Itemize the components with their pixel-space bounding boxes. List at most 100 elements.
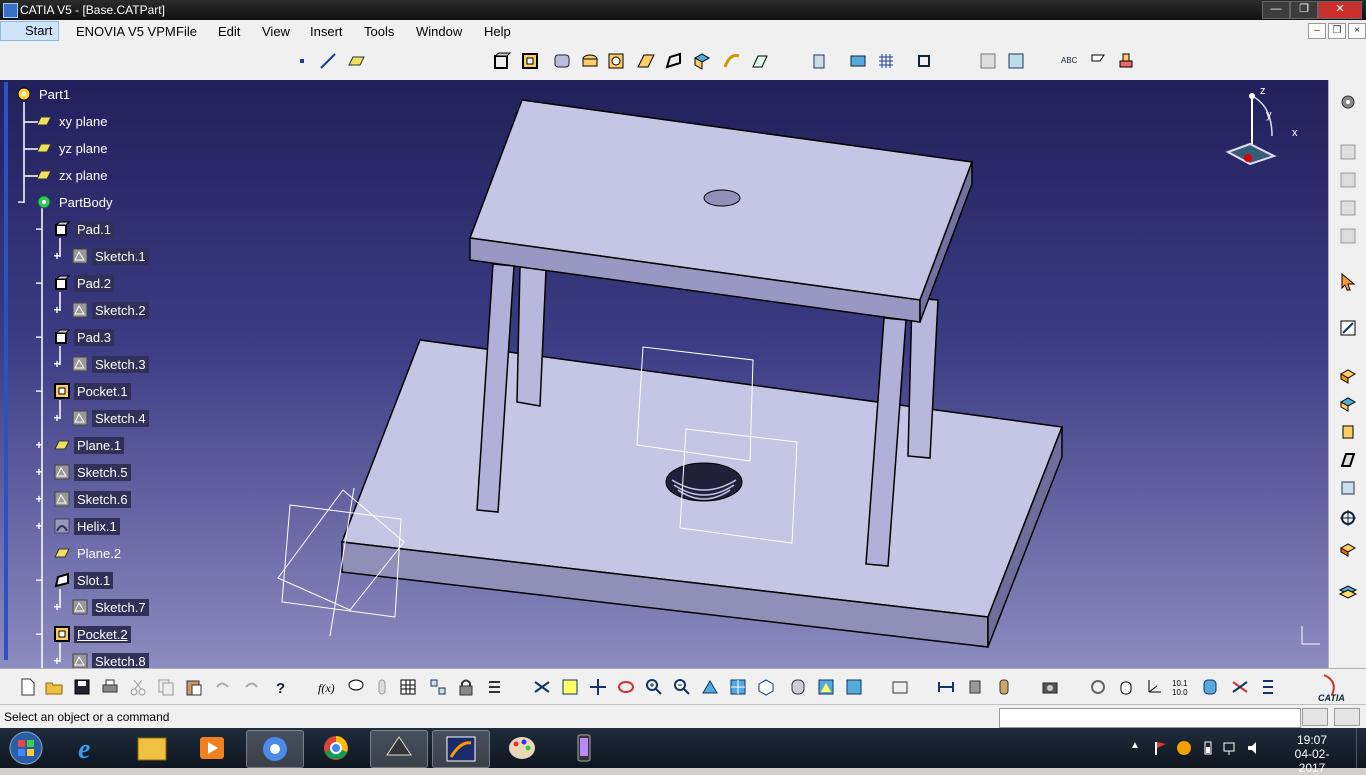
collapse-toggle[interactable]: − (34, 223, 44, 235)
tray-app-icon[interactable] (1176, 740, 1192, 756)
tree-item[interactable]: zx plane (36, 165, 110, 185)
publish-icon[interactable] (1006, 51, 1026, 71)
app-icon-inkscape[interactable] (370, 730, 428, 768)
annotation-text-icon[interactable]: ABC (1060, 51, 1080, 71)
cylinder-view-icon[interactable] (1200, 677, 1220, 697)
menu-insert[interactable]: Insert (310, 24, 343, 39)
tree-item[interactable]: yz plane (36, 138, 110, 158)
paint-icon[interactable] (494, 730, 550, 766)
swap-space-icon[interactable] (844, 677, 864, 697)
pad-tool-icon[interactable] (1338, 366, 1358, 386)
action-center-flag-icon[interactable] (1152, 740, 1168, 756)
measure-between-icon[interactable] (936, 677, 956, 697)
hand-icon[interactable] (1116, 677, 1136, 697)
expand-toggle[interactable]: + (34, 466, 44, 478)
apply-material-icon[interactable] (1116, 51, 1136, 71)
chrome-icon-2[interactable] (308, 730, 364, 766)
rib-icon[interactable] (636, 51, 656, 71)
transform-icon[interactable] (1338, 478, 1358, 498)
command-input[interactable] (999, 708, 1301, 728)
open-folder-icon[interactable] (44, 677, 64, 697)
knowledge-advisor-icon[interactable] (346, 677, 366, 697)
phone-app-icon[interactable] (556, 730, 612, 766)
expand-toggle[interactable]: + (52, 358, 62, 370)
zoom-out-icon[interactable] (672, 677, 692, 697)
groove-icon[interactable] (606, 51, 626, 71)
sketch-view-icon[interactable] (1338, 142, 1358, 162)
normal-view-icon[interactable] (700, 677, 720, 697)
maximize-button[interactable]: ❐ (1290, 1, 1318, 19)
expand-toggle[interactable]: + (52, 412, 62, 424)
menu-start[interactable]: Start (0, 21, 60, 41)
save-icon[interactable] (72, 677, 92, 697)
leg-back-left[interactable] (516, 265, 547, 407)
compass[interactable]: z y x (1222, 86, 1302, 176)
measure-inertia-icon[interactable] (994, 677, 1014, 697)
close-button[interactable]: ✕ (1318, 1, 1362, 19)
print-icon[interactable] (100, 677, 120, 697)
tree-item[interactable]: − Pad.2 (35, 273, 114, 293)
camera-icon[interactable] (1040, 677, 1060, 697)
flag-note-icon[interactable] (1088, 51, 1108, 71)
hole-icon[interactable] (580, 51, 600, 71)
menu-view[interactable]: View (262, 24, 290, 39)
tree-item[interactable]: + Sketch.8 (53, 651, 149, 668)
multi-section-icon[interactable] (750, 51, 770, 71)
hide-show-icon[interactable] (816, 677, 836, 697)
tree-item[interactable]: xy plane (36, 111, 110, 131)
collapse-toggle[interactable]: − (34, 628, 44, 640)
pan-icon[interactable] (588, 677, 608, 697)
measure-item-icon[interactable] (966, 677, 986, 697)
cut-icon[interactable] (128, 677, 148, 697)
clock[interactable]: 19:07 04-02-2017 (1282, 733, 1342, 775)
battery-icon[interactable] (1200, 740, 1216, 756)
show-desktop-button[interactable] (1356, 728, 1366, 768)
collapse-toggle[interactable]: − (34, 385, 44, 397)
zoom-in-icon[interactable] (644, 677, 664, 697)
tree-item[interactable]: Plane.2 (54, 543, 124, 563)
doc-restore-button[interactable]: ❐ (1328, 23, 1346, 39)
tree-item[interactable]: + Sketch.4 (53, 408, 149, 428)
menu-help[interactable]: Help (484, 24, 511, 39)
line-icon[interactable] (318, 51, 338, 71)
chrome-icon[interactable] (246, 730, 304, 768)
tree-item[interactable]: − Pad.3 (35, 327, 114, 347)
tree-item[interactable]: + Plane.1 (35, 435, 125, 455)
loft-icon[interactable] (722, 51, 742, 71)
sketch-view-icon-3[interactable] (1338, 198, 1358, 218)
plane-icon[interactable] (346, 51, 366, 71)
tree-item[interactable]: − Pad.1 (35, 219, 114, 239)
fly-mode-icon[interactable] (532, 677, 552, 697)
volume-icon[interactable] (1246, 740, 1264, 756)
menu-file[interactable]: File (176, 24, 197, 39)
top-hole[interactable] (703, 189, 741, 207)
lock-icon[interactable] (456, 677, 476, 697)
axis-system-icon[interactable] (1144, 677, 1164, 697)
tree-item[interactable]: − Pocket.1 (35, 381, 131, 401)
law-icon[interactable] (372, 677, 392, 697)
list-icon[interactable] (1258, 677, 1278, 697)
windows-start-button[interactable] (6, 730, 46, 766)
expand-toggle[interactable]: + (52, 655, 62, 667)
pad-icon[interactable] (492, 51, 512, 71)
copy-icon[interactable] (156, 677, 176, 697)
capture-icon[interactable] (890, 677, 910, 697)
fit-all-in-icon[interactable] (560, 677, 580, 697)
dimension-icon[interactable]: 10.110.0 (1172, 677, 1192, 697)
tree-item[interactable]: − PartBody (17, 192, 115, 212)
settings-gear-icon[interactable] (1338, 92, 1358, 112)
tree-item[interactable]: + Sketch.2 (53, 300, 149, 320)
expand-toggle[interactable]: + (34, 439, 44, 451)
tray-expand-icon[interactable]: ▲ (1130, 740, 1140, 751)
collapse-toggle[interactable]: − (34, 331, 44, 343)
expand-toggle[interactable]: + (52, 304, 62, 316)
help-icon[interactable]: ? (272, 677, 292, 697)
point-icon[interactable] (292, 51, 312, 71)
minimize-button[interactable]: — (1262, 1, 1290, 19)
expand-toggle[interactable]: + (52, 601, 62, 613)
constraint-icon[interactable] (1230, 677, 1250, 697)
stiffener-icon[interactable] (692, 51, 712, 71)
collapse-toggle[interactable]: − (34, 574, 44, 586)
multi-view-icon[interactable] (728, 677, 748, 697)
shaft-tool-icon[interactable] (1338, 422, 1358, 442)
